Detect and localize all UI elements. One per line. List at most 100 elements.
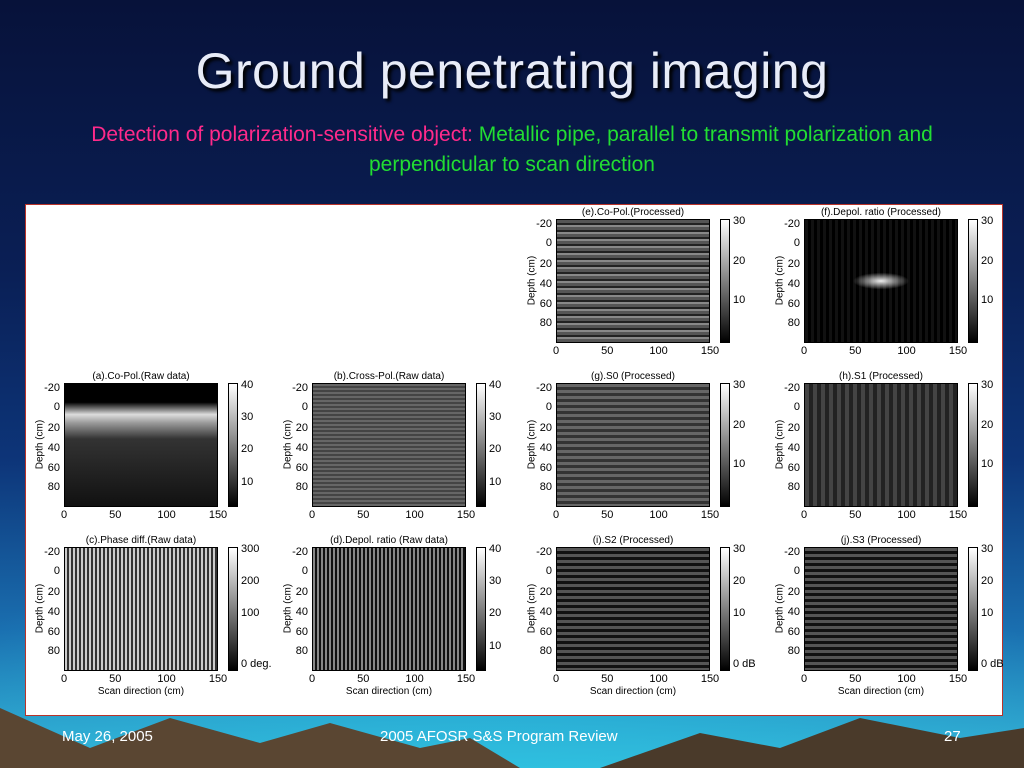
y-tick-label: 20 [787,585,800,598]
colorbar-tick: 0 dB [733,658,756,671]
y-tick-label: 80 [787,645,800,658]
y-tick-label: 40 [295,441,308,454]
y-axis-label: Depth (cm) [34,419,46,470]
colorbar-tick: 20 [241,443,254,456]
colorbar-tick: 30 [981,543,994,555]
colorbar-tick: 10 [733,458,746,471]
y-tick-label: -20 [784,382,800,395]
colorbar-tick: 30 [981,379,994,391]
y-axis-label: Depth (cm) [774,583,786,634]
panel-title: (h).S1 (Processed) [839,371,923,382]
y-tick-label: 20 [539,257,552,270]
y-tick-label: 80 [47,481,60,494]
colorbar-tick: 30 [733,379,746,391]
x-tick-label: 150 [700,345,720,357]
panel-title: (b).Cross-Pol.(Raw data) [333,371,445,382]
x-tick-label: 100 [897,345,916,357]
panel-title: (c).Phase diff.(Raw data) [85,535,197,546]
y-tick-label: 60 [295,625,308,638]
x-tick-label: 150 [700,673,720,685]
x-tick-label: 100 [405,673,424,685]
panel-title: (g).S0 (Processed) [591,371,675,382]
colorbar-tick: 20 [733,254,746,267]
y-tick-label: 40 [539,605,552,618]
y-tick-label: 80 [295,481,308,494]
x-tick-label: 50 [849,345,862,357]
colorbar [968,383,978,507]
y-tick-label: -20 [44,382,60,395]
y-tick-label: 80 [47,645,60,658]
x-tick-label: 100 [157,509,176,521]
colorbar-tick: 40 [489,379,502,391]
y-tick-label: 0 [545,564,552,577]
colorbar-tick: 30 [489,575,502,588]
x-tick-label: 150 [456,673,476,685]
y-tick-label: 0 [301,564,308,577]
y-tick-label: -20 [292,546,308,559]
colorbar-tick: 20 [981,418,994,431]
x-tick-label: 50 [849,673,862,685]
x-tick-label: 100 [649,673,668,685]
colorbar-tick: 20 [981,575,994,588]
x-tick-label: 50 [601,673,614,685]
colorbar-tick: 30 [241,411,254,424]
colorbar-tick: 200 [241,575,260,588]
y-tick-label: 80 [787,481,800,494]
y-tick-label: 40 [47,605,60,618]
y-tick-label: 80 [295,645,308,658]
y-tick-label: 80 [539,317,552,330]
y-tick-label: 40 [787,605,800,618]
y-tick-label: 40 [787,441,800,454]
colorbar-tick: 10 [981,294,994,307]
x-tick-label: 100 [897,673,916,685]
y-tick-label: 20 [539,421,552,434]
colorbar-tick: 0 dB [981,658,1004,671]
x-tick-label: 100 [649,345,668,357]
y-tick-label: 40 [295,605,308,618]
y-tick-label: 60 [539,461,552,474]
colorbar-tick: 20 [981,254,994,267]
x-tick-label: 50 [357,673,370,685]
panel-j: (j).S3 (Processed) 30 20 10 0 dB Depth (cm) -2… [774,535,1010,697]
colorbar-tick: 10 [733,607,746,620]
y-axis-label: Depth (cm) [526,255,538,306]
colorbar-tick: 20 [489,443,502,456]
y-tick-label: 60 [787,297,800,310]
y-axis-label: Depth (cm) [34,583,46,634]
subtitle-prefix: Detection of polarization-sensitive obje… [91,123,473,146]
panel-b: (b).Cross-Pol.(Raw data) 40 30 20 10 Depth (c… [282,371,518,529]
panel-a: (a).Co-Pol.(Raw data) 40 30 20 10 Depth (cm) -… [34,371,270,529]
gpr-image [804,219,958,343]
panel-title: (i).S2 (Processed) [592,535,674,546]
x-tick-label: 50 [109,509,122,521]
y-tick-label: -20 [536,218,552,231]
footer-date: May 26, 2005 [62,728,153,745]
y-tick-label: 60 [47,625,60,638]
y-tick-label: 0 [53,400,60,413]
colorbar-tick: 30 [981,215,994,227]
colorbar [476,383,486,507]
y-tick-label: 60 [539,297,552,310]
y-tick-label: 80 [787,317,800,330]
x-tick-label: 150 [456,509,476,521]
slide-subtitle: Detection of polarization-sensitive obje… [40,120,984,180]
slide-title: Ground penetrating imaging [195,43,829,99]
x-tick-label: 100 [157,673,176,685]
gpr-image [64,547,218,671]
colorbar [968,547,978,671]
colorbar-tick: 10 [489,475,502,488]
y-tick-label: 60 [787,625,800,638]
colorbar [968,219,978,343]
panel-e: (e).Co-Pol.(Processed) 30 20 10 Depth (cm) -2… [526,207,762,365]
y-axis-label: Depth (cm) [282,583,294,634]
y-tick-label: 20 [787,257,800,270]
panel-h: (h).S1 (Processed) 30 20 10 Depth (cm) -20 0 20… [774,371,1010,529]
colorbar-tick: 10 [981,607,994,620]
colorbar-tick: 20 [733,418,746,431]
x-tick-label: 0 [60,509,68,521]
colorbar-tick: 20 [489,607,502,620]
y-tick-label: 60 [787,461,800,474]
panel-g: (g).S0 (Processed) 30 20 10 Depth (cm) -20 0 20… [526,371,762,529]
colorbar-tick: 10 [489,639,502,652]
colorbar [720,547,730,671]
